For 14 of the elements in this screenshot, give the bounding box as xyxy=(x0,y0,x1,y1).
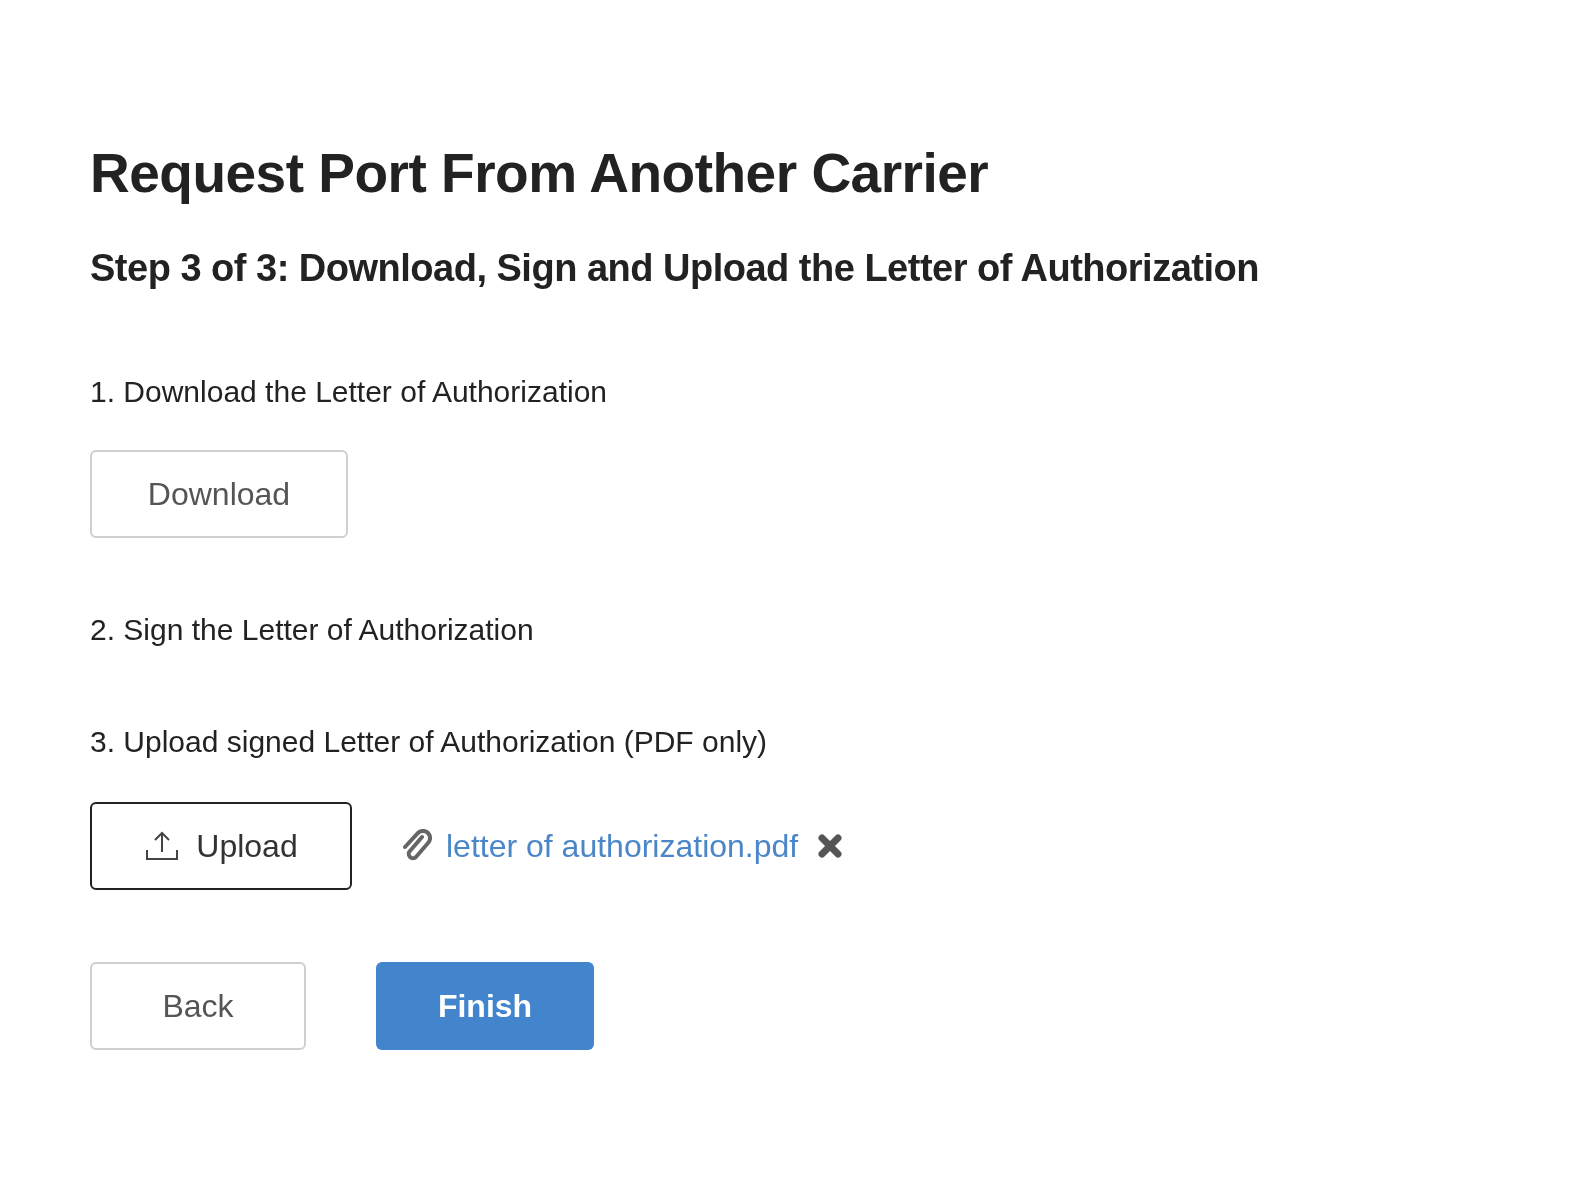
download-button[interactable]: Download xyxy=(90,450,348,538)
step-label: 2. Sign the Letter of Authorization xyxy=(90,612,534,648)
close-icon xyxy=(817,833,844,859)
upload-button[interactable]: Upload xyxy=(90,802,352,890)
file-link[interactable]: letter of authorization.pdf xyxy=(446,822,799,870)
back-button[interactable]: Back xyxy=(90,962,306,1050)
step-label: 3. Upload signed Letter of Authorization (PDF only) xyxy=(90,724,768,760)
step-heading: Step 3 of 3: Download, Sign and Upload the Letter of Authorization xyxy=(90,246,1259,291)
paperclip-icon xyxy=(400,829,432,863)
remove-file-button[interactable] xyxy=(816,832,845,860)
upload-icon xyxy=(144,830,181,862)
finish-button[interactable]: Finish xyxy=(376,962,594,1050)
page-title: Request Port From Another Carrier xyxy=(90,141,989,206)
step-label: 1. Download the Letter of Authorization xyxy=(90,374,607,410)
